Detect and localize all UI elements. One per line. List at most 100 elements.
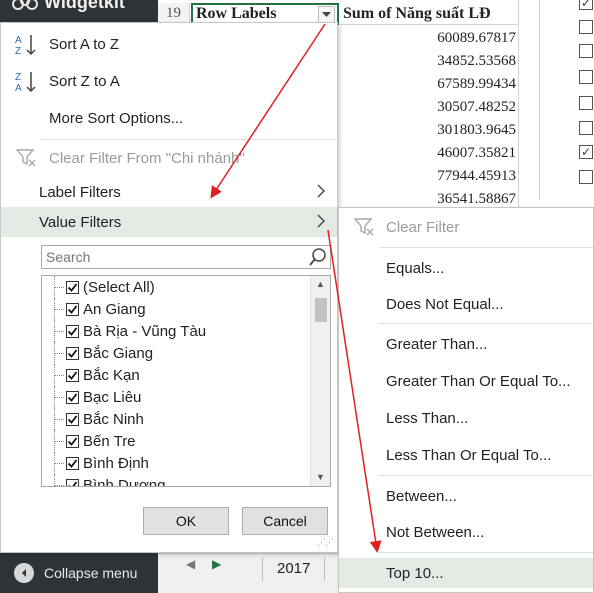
item-checkbox[interactable] [66, 302, 79, 316]
field-checkbox[interactable]: ✓ [579, 0, 593, 10]
item-checkbox[interactable] [66, 412, 79, 426]
filter-equals-label: Equals... [386, 259, 445, 277]
filter-not-between[interactable]: Not Between... [339, 517, 593, 547]
pivot-header-sum[interactable]: Sum of Năng suất LĐ [340, 3, 518, 25]
sheet-prev-icon[interactable]: ◀ [186, 557, 195, 571]
item-checkbox[interactable] [66, 368, 79, 382]
filter-list-item-label: Bình Dương [83, 476, 166, 487]
filter-list-item[interactable]: Bình Định [42, 452, 310, 474]
filter-list-item-label: Bắc Kạn [83, 366, 140, 384]
svg-text:A: A [15, 83, 22, 94]
scroll-up-icon[interactable]: ▲ [316, 279, 325, 289]
dropdown-arrow-icon [322, 11, 331, 17]
filter-greater-than-label: Greater Than... [386, 335, 488, 353]
filter-list-item[interactable]: Bình Dương [42, 474, 310, 487]
value-filters-item[interactable]: Value Filters [1, 207, 337, 237]
field-checkbox[interactable] [579, 96, 593, 110]
resize-grip-icon[interactable]: ⋰⋰ [317, 537, 334, 548]
value-cell[interactable]: 34852.53568 [340, 50, 518, 73]
item-checkbox[interactable] [66, 346, 79, 360]
label-filters-label: Label Filters [39, 183, 121, 201]
item-checkbox[interactable] [66, 280, 79, 294]
tree-connector [54, 331, 64, 332]
svg-text:Z: Z [15, 72, 21, 83]
filter-list-item[interactable]: Bến Tre [42, 430, 310, 452]
menu-separator [41, 139, 337, 140]
filter-top-10[interactable]: Top 10... [339, 558, 593, 588]
filter-list-item[interactable]: Bà Rịa - Vũng Tàu [42, 320, 310, 342]
item-checkbox[interactable] [66, 456, 79, 470]
clear-filter-item: Clear Filter From "Chi nhánh" [1, 143, 337, 173]
field-checkbox[interactable] [579, 121, 593, 135]
filter-items-list: (Select All) An Giang Bà Rịa - Vũng Tàu Bắc… [41, 275, 331, 487]
field-checkbox[interactable] [579, 44, 593, 58]
sort-z-to-a-label: Sort Z to A [49, 72, 120, 90]
value-cell[interactable]: 46007.35821 [340, 142, 518, 165]
value-cell[interactable]: 301803.9645 [340, 119, 518, 142]
filter-dropdown-button[interactable] [318, 6, 335, 23]
app-title: Widgetkit [44, 0, 125, 12]
label-filters-item[interactable]: Label Filters [1, 177, 337, 207]
filter-less-than[interactable]: Less Than... [339, 403, 593, 433]
row-labels-text: Row Labels [196, 5, 277, 22]
tree-connector [54, 485, 64, 486]
sort-a-to-z[interactable]: A Z Sort A to Z [1, 29, 337, 59]
filter-list-item[interactable]: (Select All) [42, 276, 310, 298]
filter-list-item[interactable]: Bắc Ninh [42, 408, 310, 430]
item-checkbox[interactable] [66, 478, 79, 486]
scroll-thumb[interactable] [315, 298, 327, 322]
svg-text:A: A [15, 35, 22, 46]
panel-divider [539, 0, 540, 200]
tree-connector [54, 375, 64, 376]
cancel-button[interactable]: Cancel [242, 507, 328, 535]
tree-connector [54, 309, 64, 310]
sort-z-to-a[interactable]: Z A Sort Z to A [1, 66, 337, 96]
tree-connector [54, 441, 64, 442]
search-input[interactable] [43, 247, 301, 267]
field-checkbox[interactable]: ✓ [579, 145, 593, 159]
sheet-next-icon[interactable]: ▶ [212, 557, 221, 571]
filter-between[interactable]: Between... [339, 481, 593, 511]
filter-dropdown-menu: A Z Sort A to Z Z A Sort Z to A More Sor… [0, 22, 338, 553]
filter-does-not-equal[interactable]: Does Not Equal... [339, 289, 593, 319]
filter-greater-than[interactable]: Greater Than... [339, 329, 593, 359]
value-cell[interactable]: 60089.67817 [340, 27, 518, 50]
field-checkbox[interactable] [579, 20, 593, 34]
item-checkbox[interactable] [66, 324, 79, 338]
scroll-down-icon[interactable]: ▼ [316, 472, 325, 482]
filter-does-not-equal-label: Does Not Equal... [386, 295, 504, 313]
field-checkbox[interactable] [579, 170, 593, 184]
filter-list-item[interactable]: Bắc Giang [42, 342, 310, 364]
filter-equals[interactable]: Equals... [339, 253, 593, 283]
filter-list-item[interactable]: Bạc Liêu [42, 386, 310, 408]
tree-connector [54, 419, 64, 420]
value-cell[interactable]: 67589.99434 [340, 73, 518, 96]
filter-not-between-label: Not Between... [386, 523, 485, 541]
item-checkbox[interactable] [66, 390, 79, 404]
clear-filter-icon [353, 216, 375, 241]
sub-clear-filter-label: Clear Filter [386, 218, 460, 236]
filter-top-10-label: Top 10... [386, 564, 444, 582]
sheet-tab[interactable]: 2017 [262, 557, 326, 581]
search-icon [308, 247, 328, 270]
ok-button[interactable]: OK [143, 507, 229, 535]
filter-items-container: (Select All) An Giang Bà Rịa - Vũng Tàu Bắc… [42, 276, 310, 487]
filter-less-equal[interactable]: Less Than Or Equal To... [339, 440, 593, 470]
value-cell[interactable]: 30507.48252 [340, 96, 518, 119]
value-cell[interactable]: 77944.45913 [340, 165, 518, 188]
value-filters-label: Value Filters [39, 213, 122, 231]
more-sort-options[interactable]: More Sort Options... [1, 103, 337, 133]
item-checkbox[interactable] [66, 434, 79, 448]
field-checkbox[interactable] [579, 70, 593, 84]
filter-greater-equal[interactable]: Greater Than Or Equal To... [339, 366, 593, 396]
list-scrollbar[interactable]: ▲ ▼ [310, 276, 330, 486]
filter-list-item-label: Bình Định [83, 454, 149, 472]
filter-list-item-label: An Giang [83, 300, 146, 318]
collapse-icon [14, 563, 34, 583]
sort-ascending-icon: A Z [15, 33, 39, 60]
filter-list-item[interactable]: Bắc Kạn [42, 364, 310, 386]
tree-connector [54, 353, 64, 354]
filter-list-item[interactable]: An Giang [42, 298, 310, 320]
collapse-menu-button[interactable]: Collapse menu [0, 553, 158, 593]
tree-connector [54, 463, 64, 464]
